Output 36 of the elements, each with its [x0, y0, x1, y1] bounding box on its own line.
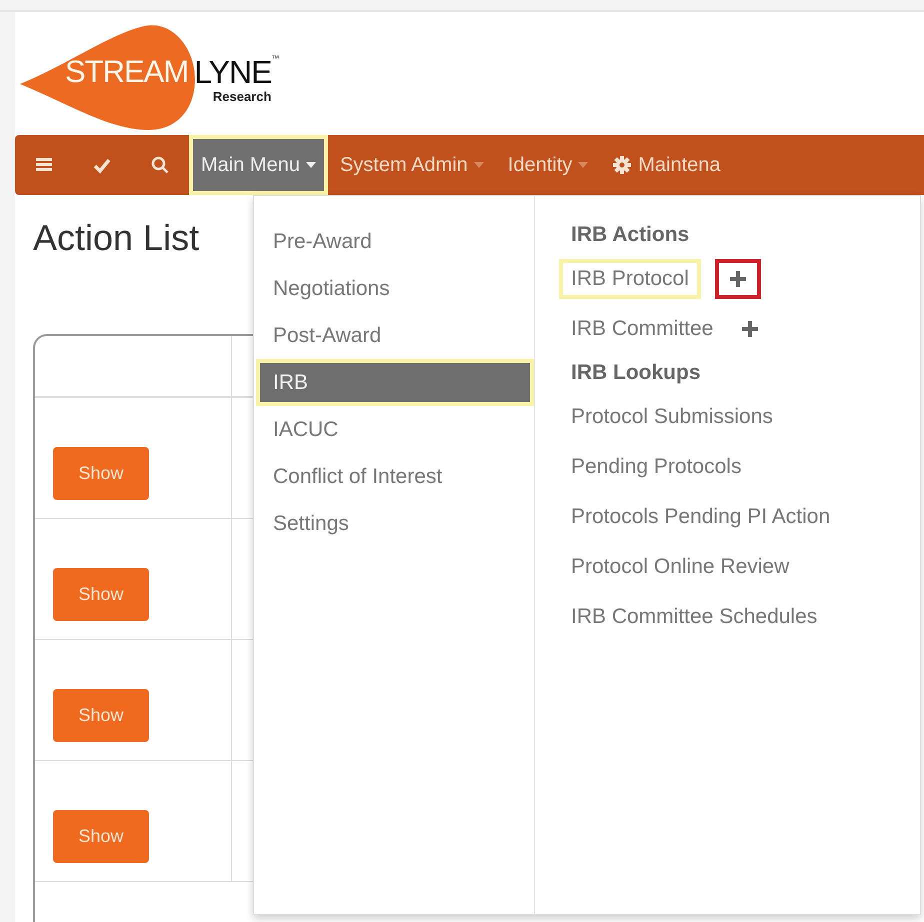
menu-link[interactable]: Protocol Online Review [571, 549, 790, 585]
menu-category[interactable]: IACUC [256, 406, 534, 453]
plus-icon [728, 269, 748, 289]
menu-link[interactable]: Protocols Pending PI Action [571, 499, 830, 535]
menu-link[interactable]: IRB Protocol [559, 259, 701, 299]
menu-link[interactable]: IRB Committee Schedules [571, 599, 818, 635]
add-button[interactable] [714, 259, 761, 299]
menu-category[interactable]: IRB [256, 359, 534, 406]
nav-menu[interactable]: System Admin [328, 135, 496, 195]
menu-link[interactable]: Pending Protocols [571, 449, 742, 485]
caret-icon [578, 162, 588, 168]
plus-icon [740, 319, 760, 339]
nav-menu[interactable]: Main Menu [189, 135, 328, 195]
nav-menu[interactable]: Maintena [600, 135, 733, 195]
caret-icon [474, 162, 484, 168]
show-button[interactable]: Show [53, 447, 149, 500]
show-button[interactable]: Show [53, 810, 149, 863]
caret-icon [306, 162, 316, 168]
logo-text: STREAM [65, 54, 188, 90]
logo-subtitle: Research [212, 89, 272, 104]
section-heading: IRB Lookups [571, 360, 700, 386]
page-title: Action List [33, 217, 200, 259]
nav-menu[interactable]: Identity [496, 135, 600, 195]
menu-category[interactable]: Settings [256, 500, 534, 547]
menu-link[interactable]: Protocol Submissions [571, 399, 773, 435]
menu-category[interactable]: Conflict of Interest [256, 453, 534, 500]
menu-category[interactable]: Pre-Award [256, 218, 534, 265]
menu-category[interactable]: Negotiations [256, 265, 534, 312]
section-heading: IRB Actions [571, 222, 690, 248]
show-button[interactable]: Show [53, 689, 149, 742]
logo-drop-icon [20, 24, 195, 130]
menu-link[interactable]: IRB Committee [571, 311, 714, 347]
logo-text: LYNE [194, 54, 272, 91]
menu-category[interactable]: Post-Award [256, 312, 534, 359]
trademark-text: ™ [271, 54, 280, 63]
show-button[interactable]: Show [53, 568, 149, 621]
